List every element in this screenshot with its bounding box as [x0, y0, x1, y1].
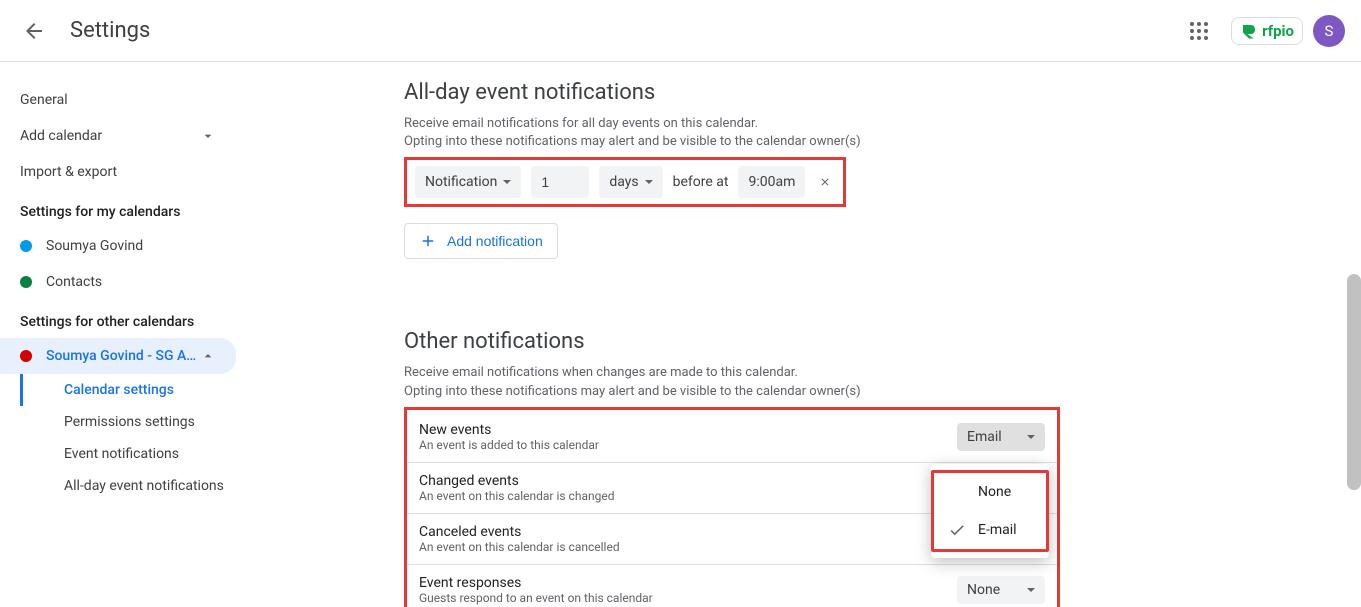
row-title: New events [419, 422, 957, 438]
back-arrow-icon[interactable] [22, 19, 46, 43]
notification-count-input[interactable] [531, 166, 589, 198]
sidebar-calendar-sg-a[interactable]: Soumya Govind - SG A… [0, 338, 236, 374]
sidebar-label: Add calendar [20, 128, 102, 144]
subitem-label: Calendar settings [64, 382, 174, 398]
sidebar-item-import-export[interactable]: Import & export [0, 154, 236, 190]
sub-calendar-settings[interactable]: Calendar settings [20, 374, 256, 406]
other-notifications-highlight: New events An event is added to this cal… [404, 407, 1060, 607]
email-dropdown-menu: None E-mail [931, 464, 1049, 558]
main-content: All-day event notifications Receive emai… [256, 62, 1361, 607]
calendar-color-dot [20, 276, 32, 288]
add-notification-button[interactable]: Add notification [404, 223, 558, 259]
subitem-label: All-day event notifications [64, 478, 224, 494]
calendar-color-dot [20, 350, 32, 362]
row-new-events: New events An event is added to this cal… [407, 412, 1057, 463]
option-label: E-mail [978, 522, 1017, 538]
sub-all-day-notifications[interactable]: All-day event notifications [20, 470, 256, 502]
sidebar-heading-my-calendars: Settings for my calendars [0, 190, 256, 228]
header: Settings rfpio S [0, 0, 1361, 62]
notification-method-select[interactable]: Notification [415, 166, 521, 198]
dropdown-triangle-icon [645, 180, 653, 184]
row-desc: An event is added to this calendar [419, 438, 957, 452]
sidebar-label: Soumya Govind [46, 238, 143, 254]
scrollbar-thumb[interactable] [1347, 274, 1361, 490]
method-value: Notification [425, 174, 497, 190]
sidebar-heading-other-calendars: Settings for other calendars [0, 300, 256, 338]
allday-notification-row-highlight: Notification days before at 9:00am [404, 157, 846, 207]
sidebar-calendar-contacts[interactable]: Contacts [0, 264, 236, 300]
settings-sidebar: General Add calendar Import & export Set… [0, 62, 256, 607]
chevron-down-icon [200, 128, 216, 144]
sidebar-calendar-soumya[interactable]: Soumya Govind [0, 228, 236, 264]
row-desc: Guests respond to an event on this calen… [419, 591, 957, 605]
dropdown-highlight: None E-mail [931, 470, 1049, 552]
event-responses-select[interactable]: None [957, 576, 1045, 604]
dropdown-option-none[interactable]: None [934, 473, 1046, 511]
allday-desc-1: Receive email notifications for all day … [404, 115, 1321, 133]
sidebar-label: Contacts [46, 274, 102, 290]
sidebar-label: Import & export [20, 164, 117, 180]
allday-section-title: All-day event notifications [404, 80, 1321, 105]
apps-grid-icon[interactable] [1187, 19, 1211, 43]
sidebar-item-add-calendar[interactable]: Add calendar [0, 118, 236, 154]
avatar-initial: S [1325, 22, 1334, 40]
row-title: Event responses [419, 575, 957, 591]
other-desc-1: Receive email notifications when changes… [404, 364, 1321, 382]
other-section-title: Other notifications [404, 329, 1321, 354]
dropdown-triangle-icon [1027, 588, 1035, 592]
check-icon [948, 521, 966, 539]
add-notification-label: Add notification [447, 233, 543, 249]
time-value: 9:00am [748, 174, 795, 190]
account-avatar[interactable]: S [1313, 15, 1345, 47]
option-label: None [978, 484, 1011, 500]
dropdown-option-email[interactable]: E-mail [934, 511, 1046, 549]
subitem-label: Permissions settings [64, 414, 195, 430]
rfpio-extension-chip[interactable]: rfpio [1231, 17, 1303, 45]
sub-permissions-settings[interactable]: Permissions settings [20, 406, 256, 438]
before-at-label: before at [673, 174, 729, 190]
remove-notification-icon[interactable] [815, 172, 835, 192]
notification-unit-select[interactable]: days [599, 166, 662, 198]
rfpio-label: rfpio [1262, 22, 1294, 40]
sidebar-label: General [20, 92, 68, 108]
chevron-up-icon [200, 348, 216, 364]
row-event-responses: Event responses Guests respond to an eve… [407, 565, 1057, 607]
unit-value: days [609, 174, 638, 190]
page-title: Settings [70, 18, 150, 43]
calendar-color-dot [20, 240, 32, 252]
new-events-select[interactable]: Email [957, 423, 1045, 451]
notification-time-select[interactable]: 9:00am [738, 166, 805, 198]
subitem-label: Event notifications [64, 446, 179, 462]
sidebar-item-general[interactable]: General [0, 82, 236, 118]
dropdown-triangle-icon [1027, 435, 1035, 439]
allday-desc-2: Opting into these notifications may aler… [404, 133, 1321, 151]
select-value: None [967, 582, 1000, 598]
rfpio-logo-icon [1240, 22, 1258, 40]
sidebar-label: Soumya Govind - SG A… [46, 348, 196, 364]
dropdown-triangle-icon [503, 180, 511, 184]
sub-event-notifications[interactable]: Event notifications [20, 438, 256, 470]
other-desc-2: Opting into these notifications may aler… [404, 383, 1321, 401]
plus-icon [419, 232, 437, 250]
select-value: Email [967, 429, 1002, 445]
